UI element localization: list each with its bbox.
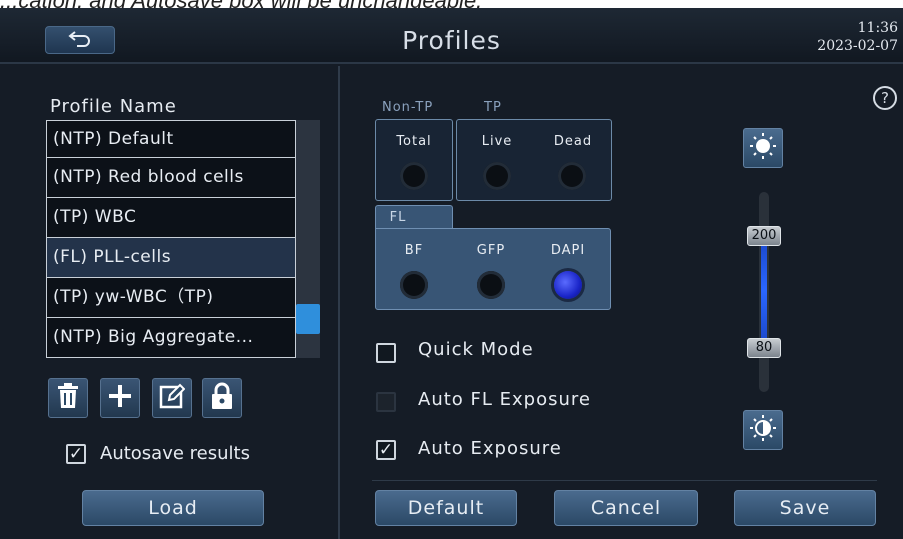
add-profile-button[interactable] bbox=[100, 378, 140, 418]
edit-icon bbox=[159, 383, 186, 413]
top-bar: Profiles 11:36 2023-02-07 bbox=[0, 8, 903, 64]
list-item[interactable]: (NTP) Default bbox=[46, 120, 296, 158]
live-option-label: Live bbox=[481, 134, 513, 149]
auto-fl-exposure-label: Auto FL Exposure bbox=[418, 389, 591, 410]
fl-tab-label: FL bbox=[389, 210, 407, 225]
list-item-selected[interactable]: (FL) PLL-cells bbox=[46, 238, 296, 278]
help-icon[interactable]: ? bbox=[873, 86, 897, 110]
profile-panel: Profile Name (NTP) Default (NTP) Red blo… bbox=[0, 66, 340, 539]
trash-icon bbox=[56, 383, 80, 413]
back-arrow-icon bbox=[67, 28, 93, 52]
gfp-indicator[interactable] bbox=[477, 271, 505, 299]
caption-text: ...cation, and Autosave box will be unch… bbox=[0, 0, 903, 8]
list-item[interactable]: (NTP) Big Aggregate... bbox=[46, 318, 296, 358]
slider-low-handle[interactable]: 80 bbox=[747, 338, 781, 358]
auto-exposure-checkbox[interactable]: ✓ bbox=[376, 440, 396, 460]
dead-option-label: Dead bbox=[553, 134, 593, 149]
brightness-down-button[interactable] bbox=[743, 410, 783, 450]
bf-option-label: BF bbox=[404, 243, 424, 258]
clock-date: 2023-02-07 bbox=[817, 38, 898, 54]
bf-indicator[interactable] bbox=[400, 271, 428, 299]
quick-mode-checkbox[interactable] bbox=[376, 343, 396, 363]
list-item[interactable]: (TP) yw-WBC（TP) bbox=[46, 278, 296, 318]
quick-mode-label: Quick Mode bbox=[418, 339, 534, 360]
settings-panel: ? Non-TP TP Total Live Dead FL BF GFP DA… bbox=[342, 66, 903, 539]
lock-icon bbox=[210, 382, 234, 414]
list-item[interactable]: (NTP) Red blood cells bbox=[46, 158, 296, 198]
slider-high-handle[interactable]: 200 bbox=[747, 226, 781, 246]
dapi-option-label: DAPI bbox=[550, 243, 586, 258]
total-option-label: Total bbox=[396, 134, 432, 149]
dead-indicator[interactable] bbox=[558, 162, 586, 190]
exposure-slider-range bbox=[761, 236, 767, 346]
profile-list: (NTP) Default (NTP) Red blood cells (TP)… bbox=[46, 120, 296, 358]
lock-profile-button[interactable] bbox=[202, 378, 242, 418]
scrollbar-thumb[interactable] bbox=[296, 304, 320, 334]
plus-icon bbox=[108, 384, 132, 412]
half-sun-icon bbox=[749, 414, 777, 446]
divider bbox=[372, 480, 877, 481]
auto-fl-exposure-checkbox[interactable] bbox=[376, 392, 396, 412]
dapi-indicator-selected[interactable] bbox=[554, 271, 582, 299]
list-item[interactable]: (TP) WBC bbox=[46, 198, 296, 238]
profile-name-label: Profile Name bbox=[50, 96, 177, 117]
auto-exposure-label: Auto Exposure bbox=[418, 438, 562, 459]
fl-tab[interactable]: FL bbox=[375, 205, 453, 229]
non-tp-group[interactable]: Total bbox=[375, 119, 453, 201]
page-title: Profiles bbox=[402, 26, 501, 55]
total-indicator[interactable] bbox=[400, 162, 428, 190]
brightness-up-button[interactable] bbox=[743, 128, 783, 168]
cancel-button[interactable]: Cancel bbox=[554, 490, 698, 526]
default-button[interactable]: Default bbox=[375, 490, 517, 526]
clock: 11:36 2023-02-07 bbox=[817, 19, 898, 55]
delete-button[interactable] bbox=[48, 378, 88, 418]
autosave-label: Autosave results bbox=[100, 443, 250, 464]
live-indicator[interactable] bbox=[483, 162, 511, 190]
clock-time: 11:36 bbox=[857, 20, 898, 36]
load-button[interactable]: Load bbox=[82, 490, 264, 526]
back-button[interactable] bbox=[45, 26, 115, 54]
edit-profile-button[interactable] bbox=[152, 378, 192, 418]
non-tp-label: Non-TP bbox=[382, 100, 434, 115]
tp-label: TP bbox=[484, 100, 502, 115]
save-button[interactable]: Save bbox=[734, 490, 876, 526]
device-screen: Profiles 11:36 2023-02-07 Profile Name (… bbox=[0, 8, 903, 539]
autosave-checkbox[interactable]: ✓ bbox=[66, 444, 86, 464]
gfp-option-label: GFP bbox=[476, 243, 506, 258]
sun-icon bbox=[749, 132, 777, 164]
tp-group[interactable]: Live Dead bbox=[456, 119, 612, 201]
fl-group[interactable]: BF GFP DAPI bbox=[375, 228, 611, 310]
